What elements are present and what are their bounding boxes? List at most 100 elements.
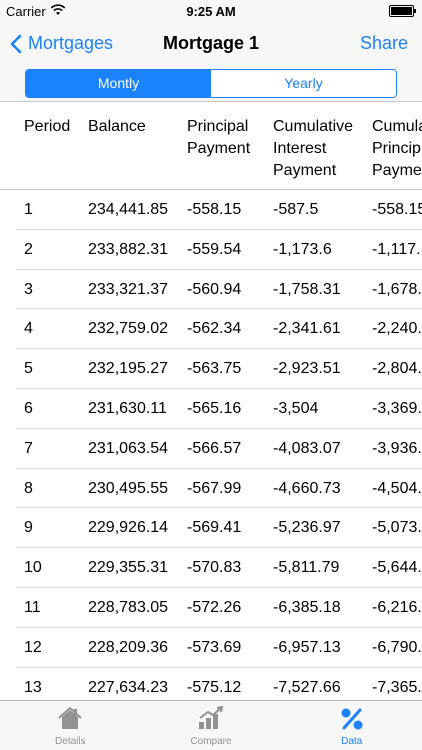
cell-cumulative-interest: -2,923.51 [273, 360, 341, 378]
cell-balance: 231,630.11 [88, 399, 167, 417]
cell-period: 3 [24, 280, 33, 298]
table-row[interactable]: 4 232,759.02 -562.34 -2,341.61 -2,240. [0, 309, 422, 349]
tab-data[interactable]: Data [281, 701, 422, 750]
table-row[interactable]: 12 228,209.36 -573.69 -6,957.13 -6,790. [0, 628, 422, 668]
cell-cumulative-interest: -587.5 [273, 201, 319, 218]
column-header-cumulative-principal: Cumula Princip Payme [372, 118, 422, 179]
page-title: Mortgage 1 [162, 33, 259, 53]
table-row[interactable]: 5 232,195.27 -563.75 -2,923.51 -2,804. [0, 349, 422, 389]
percent-icon [339, 706, 365, 737]
cell-cumulative-interest: -1,758.31 [273, 280, 341, 298]
cell-cumulative-interest: -5,811.79 [273, 559, 340, 577]
cell-cumulative-interest: -3,504 [273, 399, 319, 417]
cell-cumulative-principal: -2,804. [372, 360, 422, 378]
cell-balance: 232,195.27 [88, 360, 169, 378]
status-time: 9:25 AM [186, 4, 236, 19]
table-row[interactable]: 11 228,783.05 -572.26 -6,385.18 -6,216. [0, 588, 422, 628]
cell-cumulative-interest: -6,385.18 [273, 598, 341, 616]
period-segmented-control: Montly Yearly [25, 69, 397, 98]
cell-cumulative-principal: -5,073. [372, 519, 422, 537]
cell-cumulative-principal: -1,117. [372, 240, 421, 258]
cell-principal-payment: -565.16 [187, 399, 242, 417]
cell-principal-payment: -558.15 [187, 201, 242, 218]
navigation-bar: Mortgages Mortgage 1 Share [0, 22, 422, 66]
status-bar: Carrier 9:25 AM [0, 0, 422, 22]
tab-details[interactable]: Details [0, 701, 141, 750]
cell-principal-payment: -566.57 [187, 439, 242, 457]
cell-cumulative-principal: -3,369. [372, 399, 422, 417]
cell-cumulative-interest: -1,173.6 [273, 240, 332, 258]
cell-balance: 233,321.37 [88, 280, 169, 298]
tab-data-label: Data [341, 736, 363, 747]
cell-balance: 232,759.02 [88, 320, 169, 338]
segment-monthly[interactable]: Montly [26, 70, 211, 97]
column-header-period: Period [24, 118, 71, 135]
table-row[interactable]: 3 233,321.37 -560.94 -1,758.31 -1,678. [0, 270, 422, 310]
cell-cumulative-principal: -5,644. [372, 559, 422, 577]
cell-cumulative-principal: -6,790. [372, 638, 422, 656]
amortization-table[interactable]: 1 234,441.85 -558.15 -587.5 -558.15 2 233,882.… [0, 190, 422, 700]
cell-period: 13 [24, 678, 42, 696]
cell-principal-payment: -559.54 [187, 240, 242, 258]
cell-cumulative-principal: -558.15 [372, 201, 422, 218]
cell-balance: 228,209.36 [88, 638, 169, 656]
cell-cumulative-principal: -6,216. [372, 598, 422, 616]
battery-icon [389, 5, 416, 17]
cell-cumulative-interest: -6,957.13 [273, 638, 341, 656]
cell-period: 6 [24, 399, 33, 417]
tab-bar: Details Compare Data [0, 700, 422, 750]
cell-period: 11 [24, 598, 41, 616]
cell-period: 4 [24, 320, 33, 338]
cell-balance: 229,926.14 [88, 519, 169, 537]
cell-cumulative-principal: -2,240. [372, 320, 422, 338]
cell-balance: 233,882.31 [88, 240, 169, 258]
cell-balance: 229,355.31 [88, 559, 169, 577]
cell-principal-payment: -570.83 [187, 559, 242, 577]
cell-period: 2 [24, 240, 33, 258]
tab-details-label: Details [55, 736, 86, 747]
cell-balance: 231,063.54 [88, 439, 169, 457]
cell-principal-payment: -563.75 [187, 360, 242, 378]
table-row[interactable]: 6 231,630.11 -565.16 -3,504 -3,369. [0, 389, 422, 429]
cell-cumulative-interest: -4,083.07 [273, 439, 341, 457]
cell-balance: 227,634.23 [88, 678, 169, 696]
table-row[interactable]: 8 230,495.55 -567.99 -4,660.73 -4,504. [0, 469, 422, 509]
table-row[interactable]: 9 229,926.14 -569.41 -5,236.97 -5,073. [0, 508, 422, 548]
table-row[interactable]: 2 233,882.31 -559.54 -1,173.6 -1,117. [0, 230, 422, 270]
cell-period: 5 [24, 360, 33, 378]
cell-cumulative-principal: -1,678. [372, 280, 422, 298]
cell-principal-payment: -575.12 [187, 678, 242, 696]
cell-cumulative-interest: -2,341.61 [273, 320, 341, 338]
house-icon [57, 706, 83, 735]
table-header: Period Balance Principal Payment Cumulat… [0, 102, 422, 190]
cell-cumulative-principal: -3,936. [372, 439, 422, 457]
table-row[interactable]: 1 234,441.85 -558.15 -587.5 -558.15 [0, 190, 422, 230]
cell-cumulative-interest: -4,660.73 [273, 479, 341, 497]
share-button[interactable]: Share [360, 33, 408, 54]
cell-principal-payment: -560.94 [187, 280, 242, 298]
column-header-balance: Balance [88, 118, 146, 135]
bar-chart-icon [197, 705, 225, 735]
cell-cumulative-interest: -7,527.66 [273, 678, 341, 696]
cell-period: 7 [24, 439, 33, 457]
cell-cumulative-principal: -4,504. [372, 479, 422, 497]
column-header-cumulative-interest: Cumulative Interest Payment [273, 118, 354, 179]
table-row[interactable]: 10 229,355.31 -570.83 -5,811.79 -5,644. [0, 548, 422, 588]
tab-compare-label: Compare [190, 736, 232, 747]
column-header-principal-payment: Principal Payment [187, 118, 251, 157]
table-row[interactable]: 7 231,063.54 -566.57 -4,083.07 -3,936. [0, 429, 422, 469]
cell-principal-payment: -562.34 [187, 320, 242, 338]
tab-compare[interactable]: Compare [141, 701, 282, 750]
cell-principal-payment: -573.69 [187, 638, 242, 656]
cell-principal-payment: -569.41 [187, 519, 242, 537]
cell-period: 9 [24, 519, 33, 537]
cell-balance: 228,783.05 [88, 598, 169, 616]
cell-period: 8 [24, 479, 33, 497]
cell-cumulative-interest: -5,236.97 [273, 519, 341, 537]
segment-yearly[interactable]: Yearly [211, 70, 396, 97]
cell-period: 1 [24, 201, 33, 218]
cell-balance: 234,441.85 [88, 201, 169, 218]
cell-principal-payment: -567.99 [187, 479, 242, 497]
cell-period: 10 [24, 559, 42, 577]
table-row[interactable]: 13 227,634.23 -575.12 -7,527.66 -7,365. [0, 668, 422, 700]
